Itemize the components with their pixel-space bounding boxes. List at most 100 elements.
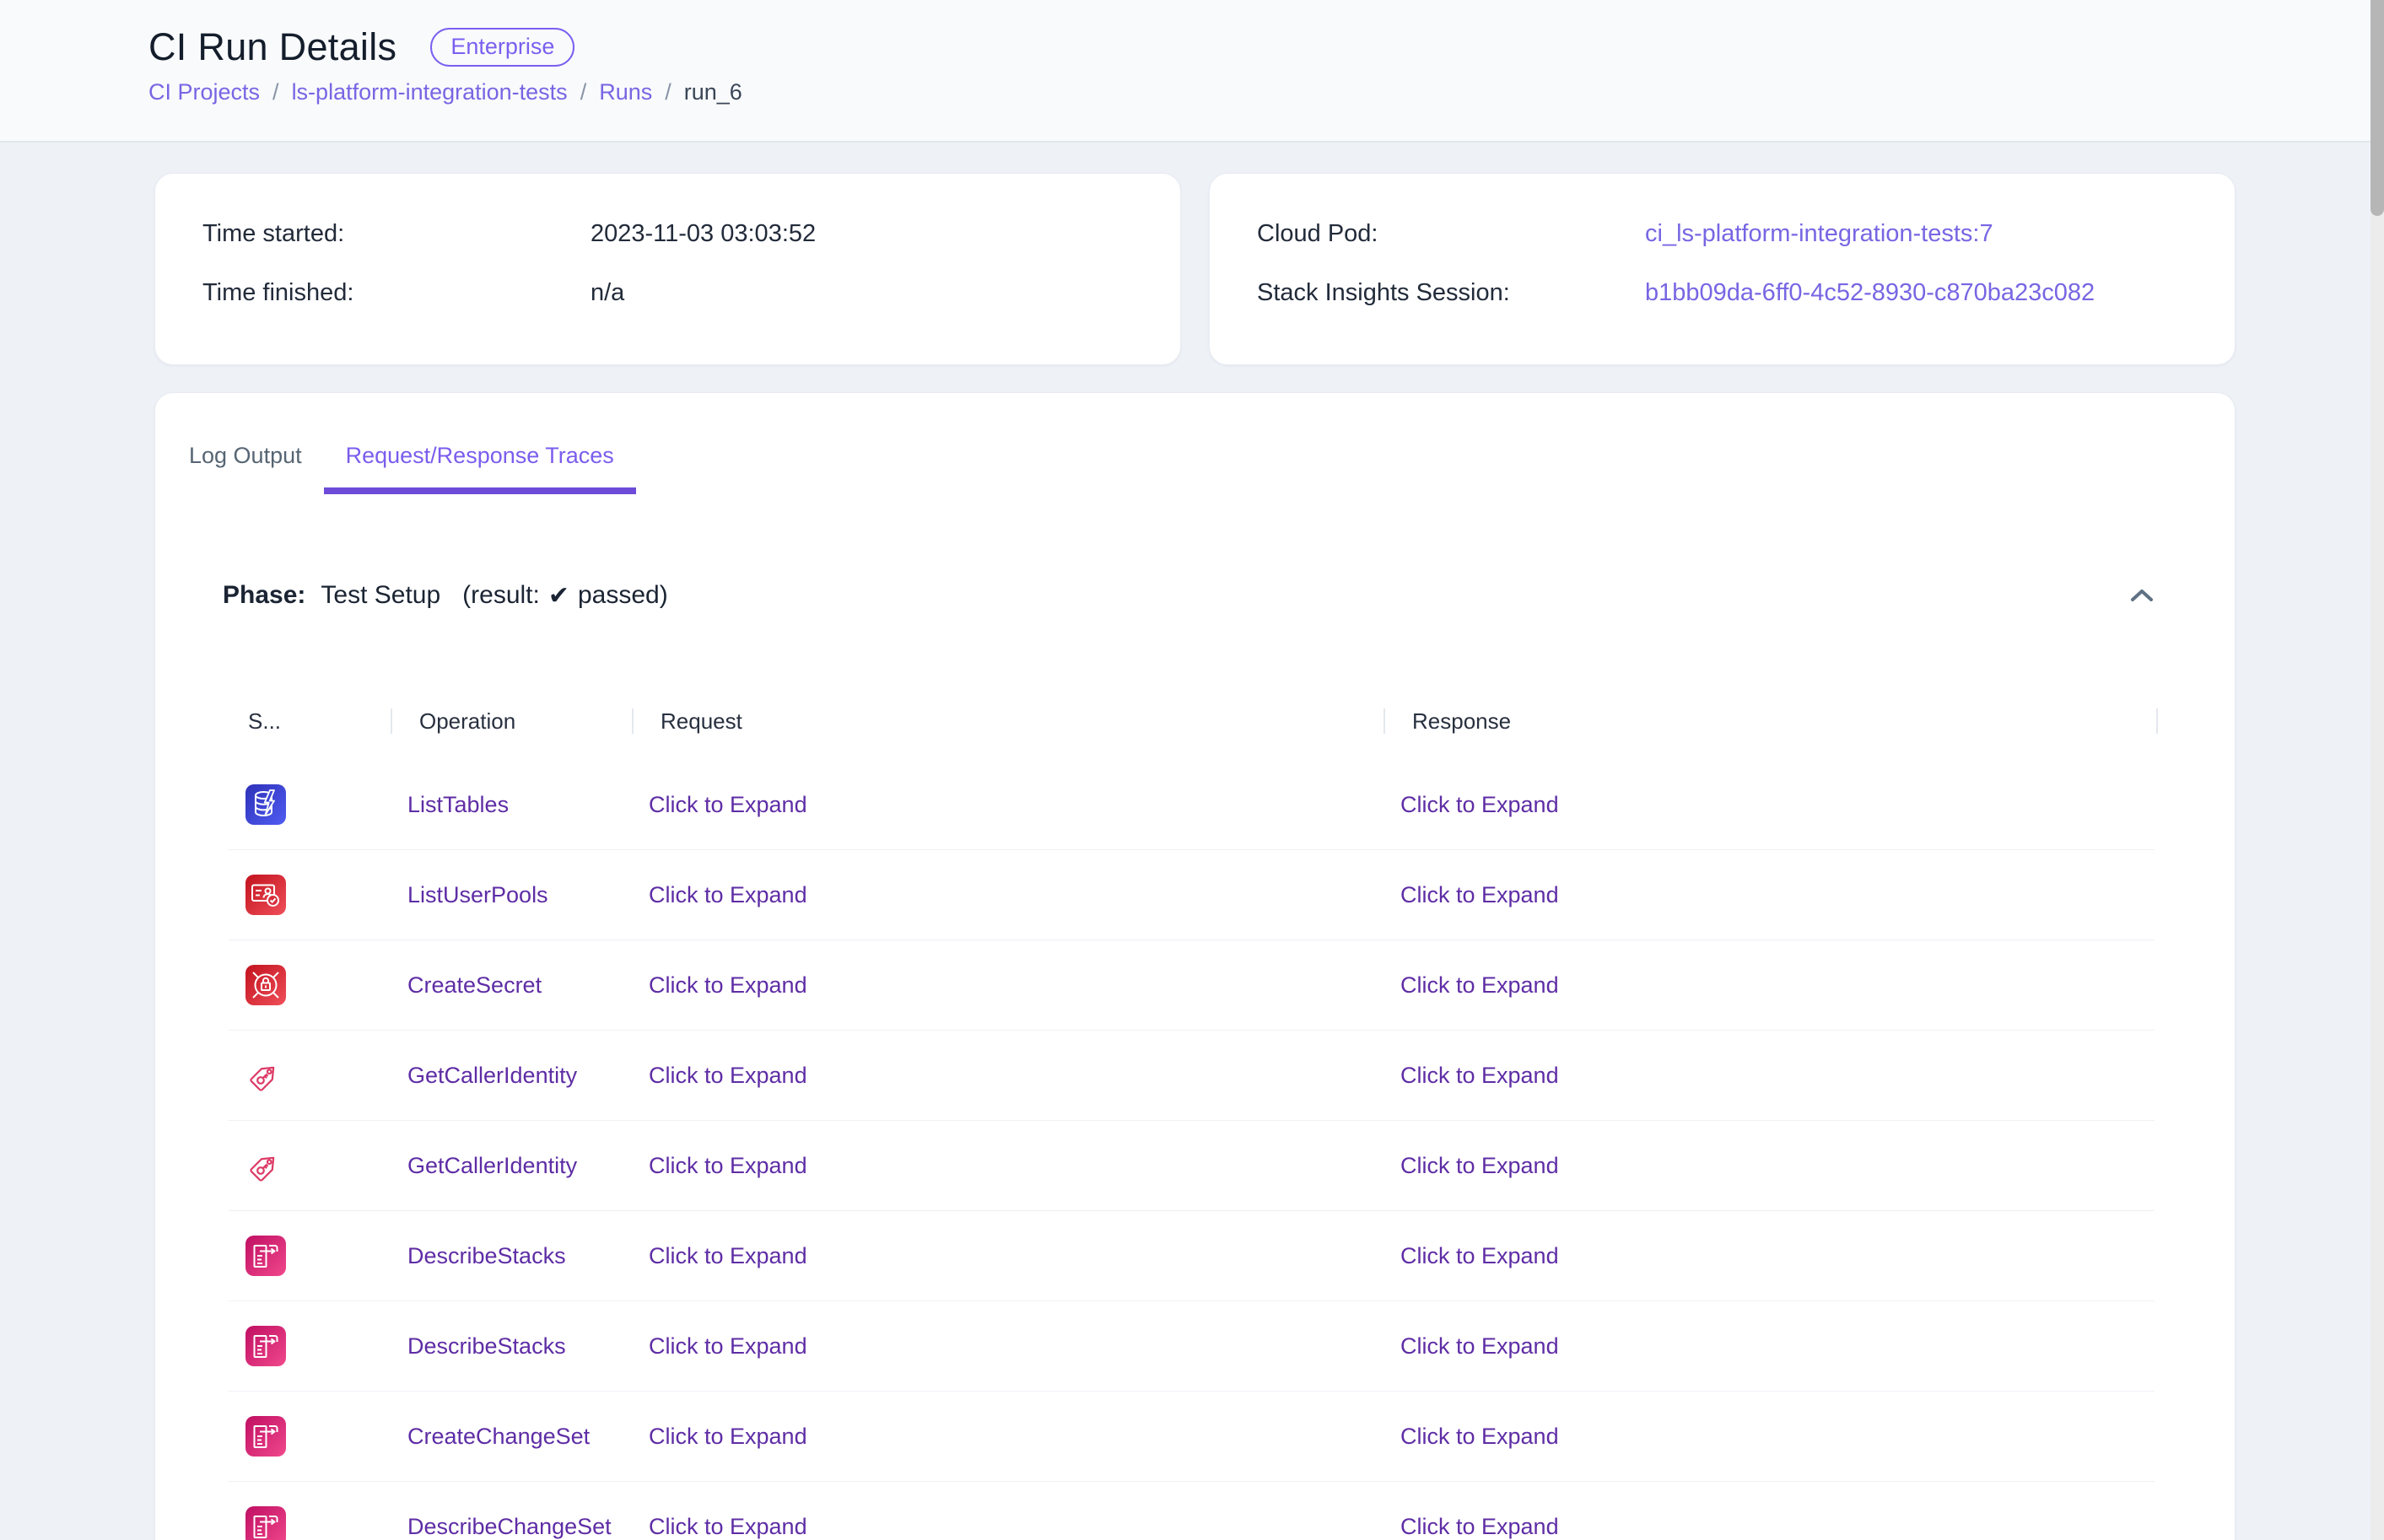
response-cell: Click to Expand bbox=[1383, 1424, 2156, 1450]
request-expand-link[interactable]: Click to Expand bbox=[649, 882, 807, 907]
request-expand-link[interactable]: Click to Expand bbox=[649, 1243, 807, 1268]
scrollbar-thumb[interactable] bbox=[2371, 0, 2384, 216]
response-cell: Click to Expand bbox=[1383, 1333, 2156, 1360]
breadcrumb-separator: / bbox=[665, 79, 672, 105]
service-cell bbox=[229, 1145, 391, 1186]
phase-header: Phase: Test Setup (result: ✔ passed) bbox=[223, 572, 2159, 619]
summary-row: Stack Insights Session:b1bb09da-6ff0-4c5… bbox=[1257, 277, 2187, 309]
response-expand-link[interactable]: Click to Expand bbox=[1400, 882, 1559, 907]
table-row: DescribeChangeSet Click to Expand Click … bbox=[229, 1482, 2155, 1540]
request-cell: Click to Expand bbox=[632, 1333, 1383, 1360]
response-expand-link[interactable]: Click to Expand bbox=[1400, 1153, 1559, 1178]
service-cell bbox=[229, 1416, 391, 1457]
request-cell: Click to Expand bbox=[632, 1424, 1383, 1450]
request-cell: Click to Expand bbox=[632, 1063, 1383, 1089]
service-cell bbox=[229, 965, 391, 1005]
summary-label: Stack Insights Session: bbox=[1257, 277, 1645, 309]
summary-row: Time started:2023-11-03 03:03:52 bbox=[202, 218, 1133, 250]
phase-result: (result: ✔ passed) bbox=[462, 581, 668, 611]
request-expand-link[interactable]: Click to Expand bbox=[649, 1153, 807, 1178]
summary-label: Time started: bbox=[202, 218, 591, 250]
request-expand-link[interactable]: Click to Expand bbox=[649, 972, 807, 998]
phase-label: Phase: bbox=[223, 581, 305, 610]
response-expand-link[interactable]: Click to Expand bbox=[1400, 972, 1559, 998]
cloudformation-icon bbox=[245, 1326, 286, 1366]
breadcrumb-item[interactable]: Runs bbox=[599, 79, 652, 105]
response-expand-link[interactable]: Click to Expand bbox=[1400, 1514, 1559, 1539]
pod-card-rows: Cloud Pod:ci_ls-platform-integration-tes… bbox=[1257, 218, 2187, 309]
response-cell: Click to Expand bbox=[1383, 1153, 2156, 1179]
summary-value-link[interactable]: ci_ls-platform-integration-tests:7 bbox=[1645, 218, 1993, 250]
trace-table-body: ListTables Click to Expand Click to Expa… bbox=[229, 760, 2155, 1540]
service-cell bbox=[229, 1326, 391, 1366]
response-cell: Click to Expand bbox=[1383, 882, 2156, 908]
response-expand-link[interactable]: Click to Expand bbox=[1400, 1424, 1559, 1449]
service-cell bbox=[229, 1506, 391, 1540]
operation-cell: ListUserPools bbox=[391, 882, 632, 908]
request-expand-link[interactable]: Click to Expand bbox=[649, 1063, 807, 1088]
scrollbar-track[interactable] bbox=[2371, 0, 2384, 1540]
tab-request-response-traces[interactable]: Request/Response Traces bbox=[324, 420, 636, 494]
request-cell: Click to Expand bbox=[632, 882, 1383, 908]
request-cell: Click to Expand bbox=[632, 792, 1383, 818]
response-expand-link[interactable]: Click to Expand bbox=[1400, 1063, 1559, 1088]
request-expand-link[interactable]: Click to Expand bbox=[649, 1333, 807, 1359]
cloudformation-icon bbox=[245, 1416, 286, 1457]
operation-cell: ListTables bbox=[391, 792, 632, 818]
table-row: DescribeStacks Click to Expand Click to … bbox=[229, 1301, 2155, 1392]
time-card: Time started:2023-11-03 03:03:52Time fin… bbox=[154, 173, 1181, 365]
response-expand-link[interactable]: Click to Expand bbox=[1400, 792, 1559, 817]
column-header-end-divider bbox=[2156, 708, 2158, 734]
time-card-rows: Time started:2023-11-03 03:03:52Time fin… bbox=[202, 218, 1133, 309]
request-cell: Click to Expand bbox=[632, 972, 1383, 999]
column-header-operation: Operation bbox=[391, 708, 632, 734]
breadcrumb-item[interactable]: CI Projects bbox=[148, 79, 260, 105]
summary-label: Time finished: bbox=[202, 277, 591, 309]
request-cell: Click to Expand bbox=[632, 1153, 1383, 1179]
tab-log-output[interactable]: Log Output bbox=[167, 420, 324, 494]
summary-value: 2023-11-03 03:03:52 bbox=[591, 218, 816, 250]
sts-icon bbox=[245, 1055, 286, 1096]
table-row: CreateChangeSet Click to Expand Click to… bbox=[229, 1392, 2155, 1482]
phase-name: Test Setup bbox=[321, 581, 440, 610]
summary-row: Time finished:n/a bbox=[202, 277, 1133, 309]
cloudformation-icon bbox=[245, 1236, 286, 1276]
trace-table: S... Operation Request Response ListTabl… bbox=[229, 699, 2155, 1540]
ci-run-details-page: CI Run Details Enterprise CI Projects/ls… bbox=[0, 0, 2384, 1540]
pod-card: Cloud Pod:ci_ls-platform-integration-tes… bbox=[1209, 173, 2236, 365]
breadcrumb-separator: / bbox=[272, 79, 279, 105]
request-cell: Click to Expand bbox=[632, 1514, 1383, 1540]
response-cell: Click to Expand bbox=[1383, 972, 2156, 999]
cloudformation-icon bbox=[245, 1506, 286, 1540]
response-expand-link[interactable]: Click to Expand bbox=[1400, 1333, 1559, 1359]
table-row: ListTables Click to Expand Click to Expa… bbox=[229, 760, 2155, 850]
phase-result-prefix: (result: bbox=[462, 581, 540, 610]
phase-result-suffix: passed) bbox=[578, 581, 668, 610]
request-expand-link[interactable]: Click to Expand bbox=[649, 792, 807, 817]
traces-card: Log OutputRequest/Response Traces Phase:… bbox=[154, 392, 2236, 1540]
sts-icon bbox=[245, 1145, 286, 1186]
summary-label: Cloud Pod: bbox=[1257, 218, 1645, 250]
service-cell bbox=[229, 875, 391, 915]
collapse-phase-button[interactable] bbox=[2125, 579, 2159, 612]
request-cell: Click to Expand bbox=[632, 1243, 1383, 1269]
trace-table-header: S... Operation Request Response bbox=[229, 699, 2155, 743]
check-icon: ✔ bbox=[548, 581, 569, 611]
operation-cell: GetCallerIdentity bbox=[391, 1153, 632, 1179]
summary-value: n/a bbox=[591, 277, 624, 309]
cognito-icon bbox=[245, 875, 286, 915]
service-cell bbox=[229, 1236, 391, 1276]
operation-cell: DescribeChangeSet bbox=[391, 1514, 632, 1540]
summary-value-link[interactable]: b1bb09da-6ff0-4c52-8930-c870ba23c082 bbox=[1645, 277, 2095, 309]
operation-cell: DescribeStacks bbox=[391, 1243, 632, 1269]
breadcrumb-item[interactable]: ls-platform-integration-tests bbox=[292, 79, 568, 105]
table-row: CreateSecret Click to Expand Click to Ex… bbox=[229, 940, 2155, 1031]
request-expand-link[interactable]: Click to Expand bbox=[649, 1424, 807, 1449]
operation-cell: CreateChangeSet bbox=[391, 1424, 632, 1450]
response-cell: Click to Expand bbox=[1383, 1063, 2156, 1089]
service-cell bbox=[229, 1055, 391, 1096]
response-expand-link[interactable]: Click to Expand bbox=[1400, 1243, 1559, 1268]
breadcrumb-separator: / bbox=[580, 79, 587, 105]
secrets-manager-icon bbox=[245, 965, 286, 1005]
request-expand-link[interactable]: Click to Expand bbox=[649, 1514, 807, 1539]
